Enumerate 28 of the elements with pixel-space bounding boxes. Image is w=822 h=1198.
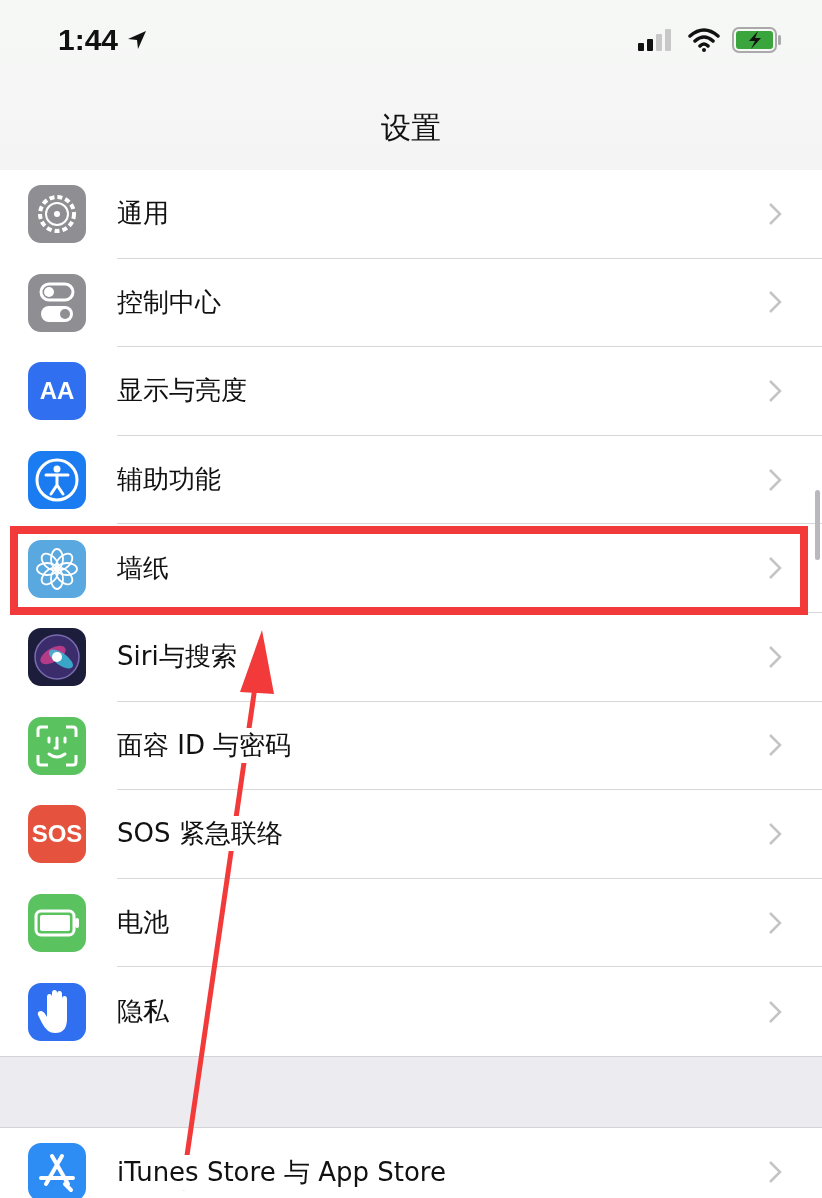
chevron-icon bbox=[768, 644, 782, 669]
location-arrow-icon bbox=[126, 29, 149, 51]
chevron-icon bbox=[768, 379, 782, 403]
app-icon: SOS bbox=[28, 805, 86, 864]
chevron-icon bbox=[768, 467, 782, 492]
settings-item[interactable]: SOS 紧急联络 bbox=[117, 816, 283, 852]
app-icon: AA bbox=[28, 362, 86, 421]
scroll-indicator bbox=[815, 490, 820, 560]
page-title: 设置 bbox=[380, 109, 442, 147]
chevron-icon bbox=[768, 556, 782, 581]
signal-icon bbox=[638, 29, 674, 51]
chevron-icon bbox=[768, 290, 782, 315]
chevron-icon bbox=[768, 1160, 782, 1185]
flower-icon bbox=[34, 545, 80, 592]
chevron-icon bbox=[768, 821, 782, 846]
accessibility-icon bbox=[34, 457, 80, 504]
chevron-icon bbox=[768, 733, 782, 758]
settings-item[interactable]: 面容 ID 与密码 bbox=[117, 727, 292, 763]
battery-icon bbox=[34, 909, 80, 938]
wifi-icon bbox=[688, 28, 720, 52]
face-id-icon bbox=[35, 723, 79, 768]
chevron-icon bbox=[768, 910, 782, 935]
chevron-icon bbox=[768, 999, 782, 1024]
battery-charging-icon bbox=[732, 27, 782, 53]
chevron-icon bbox=[768, 201, 782, 226]
status-time: 1:44 bbox=[58, 23, 119, 57]
settings-item[interactable]: iTunes Store 与 App Store bbox=[117, 1154, 446, 1190]
toggles-icon bbox=[37, 280, 77, 325]
